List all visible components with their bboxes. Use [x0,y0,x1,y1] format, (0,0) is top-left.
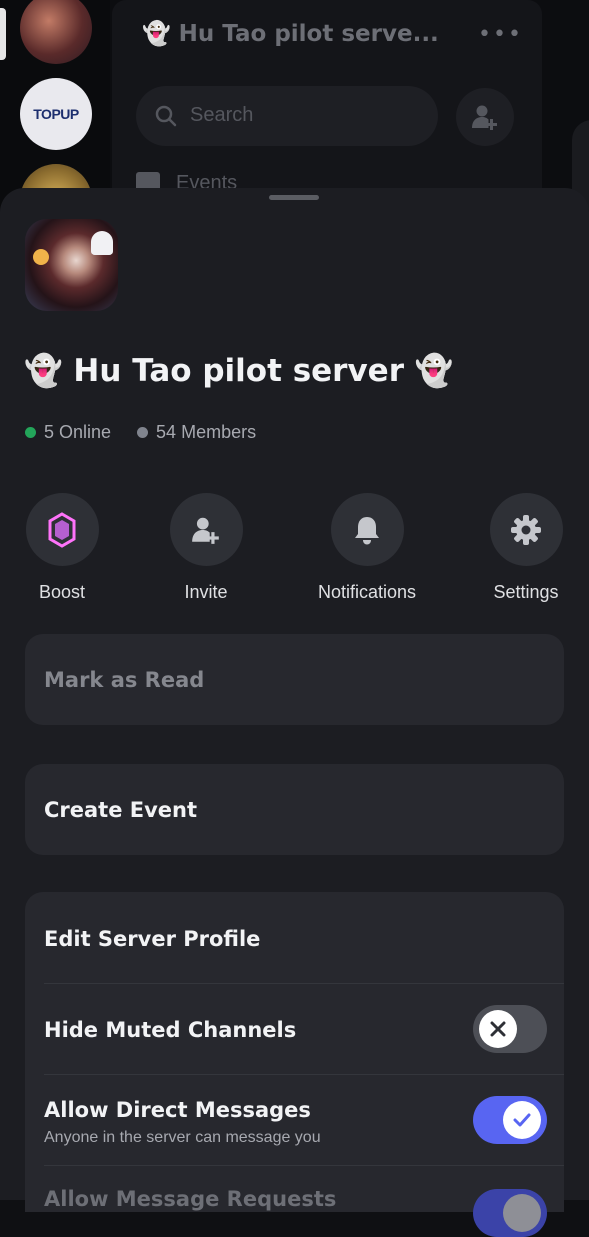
hide-muted-channels-label: Hide Muted Channels [44,1018,297,1042]
server-name: 👻 Hu Tao pilot server 👻 [24,353,454,389]
search-icon [155,105,177,127]
notifications-action[interactable]: Notifications [297,493,437,603]
notifications-label: Notifications [317,582,417,602]
server-icon-hu-tao[interactable] [20,0,92,64]
close-icon [490,1021,506,1037]
online-count: 5 Online [25,422,111,443]
create-event-button[interactable]: Create Event [25,764,564,855]
settings-action[interactable]: Settings [456,493,589,603]
server-icon-topup-label: TOPUP [33,106,79,122]
settings-group: Edit Server Profile Hide Muted Channels … [25,892,564,1237]
more-options-icon[interactable]: ••• [478,22,523,47]
allow-message-requests-toggle[interactable] [473,1189,547,1237]
create-event-label: Create Event [44,798,198,822]
channel-panel-title[interactable]: 👻 Hu Tao pilot serve... [142,20,439,47]
edit-server-profile-row[interactable]: Edit Server Profile [25,892,564,983]
boost-action[interactable]: Boost [0,493,132,603]
server-stats: 5 Online 54 Members [25,422,256,443]
allow-direct-messages-description: Anyone in the server can message you [44,1129,321,1146]
server-avatar [25,219,118,311]
hide-muted-channels-toggle[interactable] [473,1005,547,1053]
boost-gem-icon [48,511,76,548]
allow-direct-messages-label: Allow Direct Messages [44,1098,311,1122]
mark-as-read-button[interactable]: Mark as Read [25,634,564,725]
members-dot-icon [137,427,149,438]
allow-direct-messages-toggle[interactable] [473,1096,547,1144]
search-placeholder: Search [190,104,254,126]
invite-action[interactable]: Invite [136,493,276,603]
invite-button[interactable] [169,493,243,566]
divider [44,1165,564,1166]
avatar-lantern [33,249,49,265]
boost-button[interactable] [25,493,99,566]
hide-muted-channels-row[interactable]: Hide Muted Channels [25,983,564,1074]
divider [44,1074,564,1075]
search-input[interactable] [136,86,438,146]
allow-message-requests-label: Allow Message Requests [44,1187,337,1211]
invite-label: Invite [184,582,228,602]
allow-message-requests-row[interactable]: Allow Message Requests [25,1165,564,1237]
edit-server-profile-label: Edit Server Profile [44,927,261,951]
bell-icon [355,516,379,544]
notifications-button[interactable] [330,493,404,566]
toggle-knob [503,1101,541,1139]
mark-as-read-label: Mark as Read [44,668,205,692]
add-user-icon [472,105,497,130]
check-icon [513,1113,531,1127]
settings-button[interactable] [489,493,563,566]
invite-members-button[interactable] [456,88,514,146]
toggle-knob [479,1010,517,1048]
online-count-label: 5 Online [44,422,112,442]
allow-direct-messages-row[interactable]: Allow Direct Messages Anyone in the serv… [25,1074,564,1165]
divider [44,983,564,984]
member-count: 54 Members [137,422,256,443]
sheet-drag-handle[interactable] [269,195,319,200]
add-user-icon [192,517,219,544]
settings-label: Settings [493,582,559,602]
member-count-label: 54 Members [156,422,257,442]
server-icon-topup[interactable]: TOPUP [20,78,92,150]
gear-icon [511,514,541,545]
active-server-indicator [0,8,6,60]
boost-label: Boost [38,582,86,602]
online-dot-icon [25,427,36,438]
right-edge [548,0,589,210]
avatar-ghost [91,231,113,255]
